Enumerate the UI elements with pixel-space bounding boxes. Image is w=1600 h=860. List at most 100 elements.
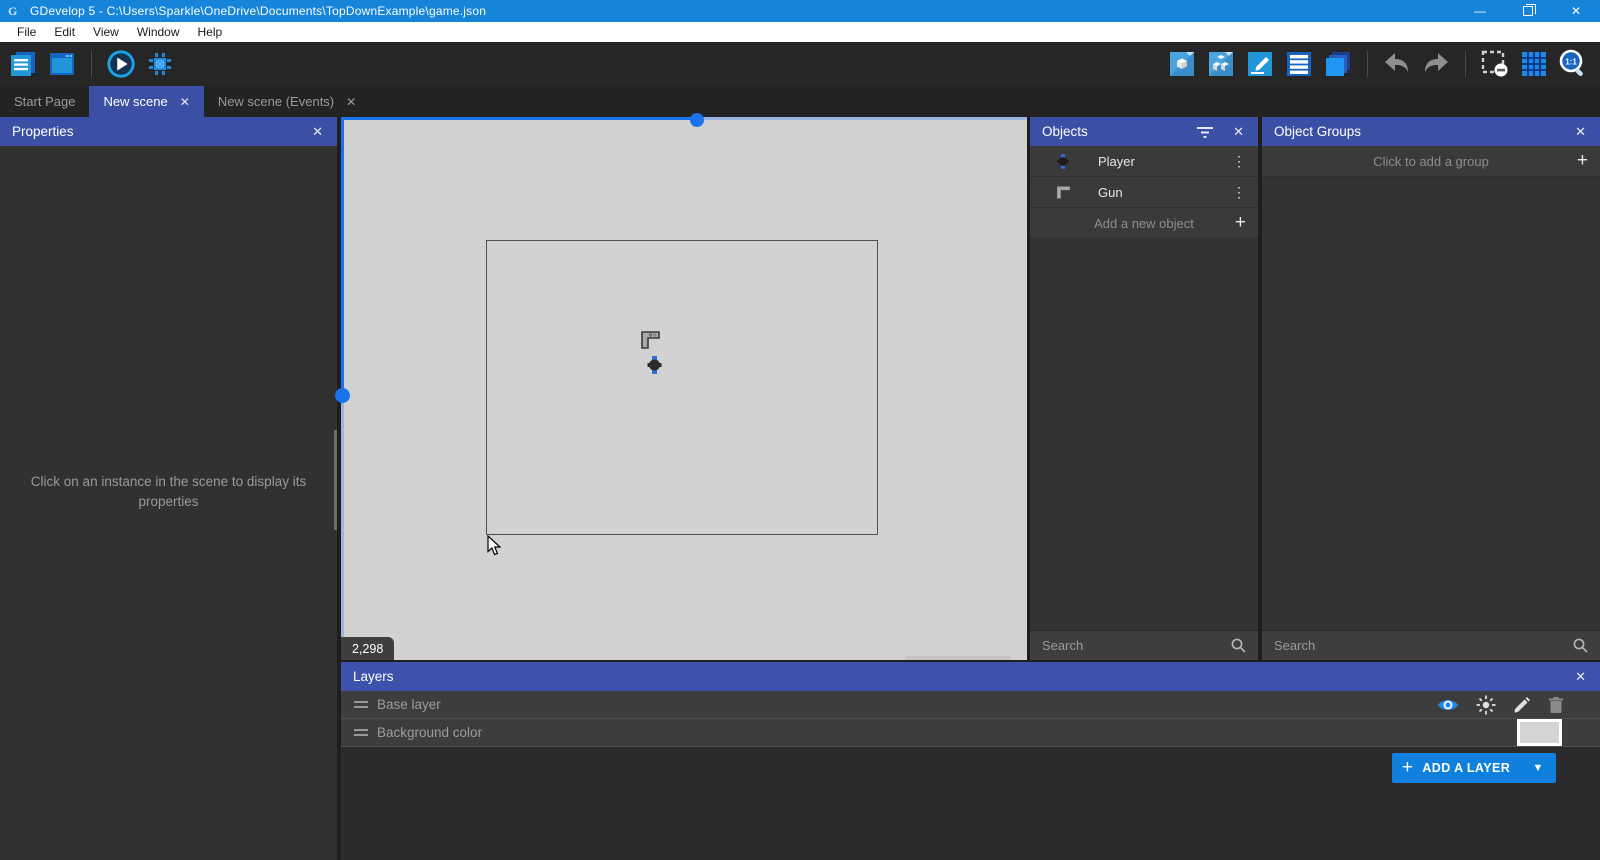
- layers-panel: Layers ✕ Base layer Background color + A…: [341, 662, 1600, 860]
- properties-panel-header: Properties ✕: [0, 117, 337, 146]
- add-layer-button-main[interactable]: + ADD A LAYER: [1392, 757, 1520, 779]
- undo-button[interactable]: [1382, 49, 1412, 79]
- add-group-row[interactable]: Click to add a group +: [1262, 146, 1600, 177]
- main-toolbar: 1:1: [0, 42, 1600, 86]
- layer-effects-icon[interactable]: [1476, 695, 1496, 715]
- edit-layer-pencil-icon[interactable]: [1513, 696, 1531, 714]
- bottom-scroll-thumb[interactable]: [905, 656, 1011, 660]
- tab-close-icon[interactable]: ✕: [180, 95, 190, 109]
- tab-label: New scene: [103, 94, 168, 109]
- open-project-manager-button[interactable]: [8, 49, 38, 79]
- object-menu-icon[interactable]: ⋮: [1232, 184, 1246, 201]
- menu-help[interactable]: Help: [189, 22, 232, 42]
- properties-empty-message: Click on an instance in the scene to dis…: [30, 474, 307, 509]
- layer-actions: [1437, 695, 1564, 715]
- tab-new-scene[interactable]: New scene ✕: [89, 86, 204, 117]
- zoom-original-button[interactable]: 1:1: [1558, 49, 1588, 79]
- layers-panel-title: Layers: [353, 669, 394, 684]
- vertical-scroll-thumb[interactable]: [335, 388, 350, 403]
- add-layer-dropdown-caret[interactable]: ▼: [1520, 762, 1556, 774]
- groups-search-input[interactable]: [1274, 638, 1573, 653]
- player-object-icon: [1052, 153, 1074, 169]
- background-color-swatch[interactable]: [1517, 719, 1562, 746]
- svg-text:1:1: 1:1: [1565, 58, 1577, 67]
- objects-search-input[interactable]: [1042, 638, 1231, 653]
- horizontal-scroll-thumb[interactable]: [690, 113, 704, 127]
- delete-layer-trash-icon[interactable]: [1548, 696, 1564, 714]
- restore-icon: [1523, 4, 1536, 16]
- toolbar-right-group: 1:1: [1167, 49, 1588, 79]
- gun-instance[interactable]: [641, 331, 660, 349]
- tab-close-icon[interactable]: ✕: [346, 95, 356, 109]
- layer-row-background-color[interactable]: Background color: [341, 719, 1600, 747]
- toolbar-left-group: [8, 49, 175, 79]
- toggle-grid-button[interactable]: [1519, 49, 1549, 79]
- close-icon[interactable]: ✕: [1573, 669, 1588, 685]
- properties-scrollbar[interactable]: [334, 430, 337, 530]
- tab-start-page[interactable]: Start Page: [0, 86, 89, 117]
- menu-edit[interactable]: Edit: [45, 22, 84, 42]
- close-icon[interactable]: ✕: [1573, 124, 1588, 140]
- toggle-object-groups-panel-button[interactable]: [1206, 49, 1236, 79]
- toggle-instances-list-button[interactable]: [1284, 49, 1314, 79]
- search-icon: [1573, 638, 1588, 653]
- close-icon[interactable]: ✕: [310, 124, 325, 140]
- drag-handle-icon[interactable]: [354, 698, 368, 711]
- close-icon[interactable]: ✕: [1231, 124, 1246, 140]
- filter-icon[interactable]: [1197, 126, 1214, 138]
- redo-button[interactable]: [1421, 49, 1451, 79]
- plus-icon[interactable]: +: [1235, 212, 1246, 234]
- horizontal-scroll-track: [341, 117, 697, 120]
- add-new-object-label: Add a new object: [1094, 215, 1194, 231]
- debug-button[interactable]: [145, 49, 175, 79]
- title-bar: G GDevelop 5 - C:\Users\Sparkle\OneDrive…: [0, 0, 1600, 22]
- instances-list-icon: [1287, 52, 1311, 76]
- close-button[interactable]: ✕: [1552, 0, 1600, 22]
- toggle-objects-panel-button[interactable]: [1167, 49, 1197, 79]
- layer-row-base[interactable]: Base layer: [341, 691, 1600, 719]
- drag-handle-icon[interactable]: [354, 726, 368, 739]
- objects-panel-header: Objects ✕: [1030, 117, 1258, 146]
- project-manager-icon: [11, 52, 35, 76]
- play-preview-button[interactable]: [106, 49, 136, 79]
- object-menu-icon[interactable]: ⋮: [1232, 153, 1246, 170]
- window-title: GDevelop 5 - C:\Users\Sparkle\OneDrive\D…: [30, 4, 487, 18]
- properties-panel: Properties ✕ Click on an instance in the…: [0, 117, 337, 860]
- clear-selection-button[interactable]: [1480, 49, 1510, 79]
- player-instance[interactable]: [647, 356, 662, 374]
- redo-icon: [1425, 53, 1448, 72]
- tab-label: Start Page: [14, 94, 76, 109]
- object-name: Player: [1098, 153, 1135, 169]
- object-row-gun[interactable]: Gun ⋮: [1030, 177, 1258, 208]
- restore-button[interactable]: [1504, 0, 1552, 22]
- menu-view[interactable]: View: [84, 22, 128, 42]
- toggle-layers-panel-button[interactable]: [1323, 49, 1353, 79]
- layers-panel-icon: [1326, 52, 1350, 76]
- object-groups-panel-header: Object Groups ✕: [1262, 117, 1600, 146]
- objects-search-bar: [1030, 630, 1258, 660]
- objects-panel: Objects ✕ Player ⋮ Gun ⋮ Add a new objec…: [1030, 117, 1258, 660]
- object-row-player[interactable]: Player ⋮: [1030, 146, 1258, 177]
- toolbar-divider: [1367, 51, 1368, 77]
- minimize-button[interactable]: —: [1456, 0, 1504, 22]
- toolbar-divider: [91, 51, 92, 77]
- edit-properties-icon: [1248, 52, 1272, 76]
- visibility-eye-icon[interactable]: [1437, 697, 1459, 713]
- objects-panel-title: Objects: [1042, 124, 1088, 139]
- menu-file[interactable]: File: [8, 22, 45, 42]
- menu-window[interactable]: Window: [128, 22, 189, 42]
- status-badge: 2,298: [341, 637, 395, 660]
- plus-icon[interactable]: +: [1577, 150, 1588, 172]
- tab-label: New scene (Events): [217, 94, 335, 109]
- gun-object-icon: [1052, 184, 1074, 200]
- start-page-button[interactable]: [47, 49, 77, 79]
- tab-new-scene-events[interactable]: New scene (Events) ✕: [204, 86, 370, 117]
- groups-search-bar: [1262, 630, 1600, 660]
- scene-editor-canvas[interactable]: 2,298: [335, 113, 1027, 660]
- add-new-object-row[interactable]: Add a new object +: [1030, 208, 1258, 239]
- layer-name: Base layer: [377, 697, 441, 712]
- layer-name: Background color: [377, 725, 483, 740]
- toggle-properties-panel-button[interactable]: [1245, 49, 1275, 79]
- add-layer-button[interactable]: + ADD A LAYER ▼: [1392, 753, 1556, 783]
- zoom-1-1-icon: 1:1: [1559, 49, 1583, 77]
